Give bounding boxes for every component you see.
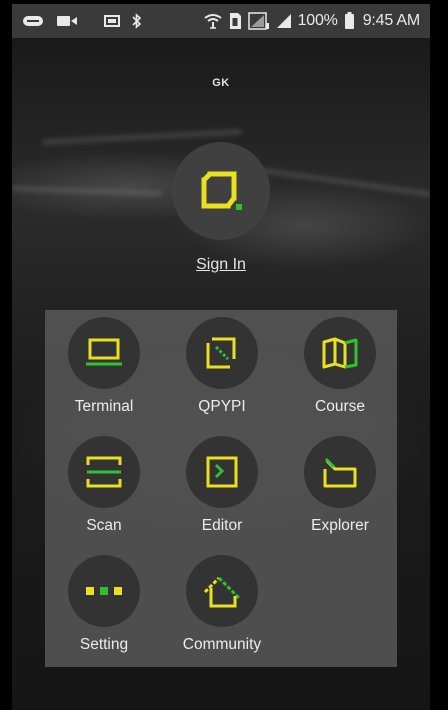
signal-bars-icon [276,13,292,29]
menu-item-qpypi[interactable]: QPYPI [163,310,281,428]
setting-icon [86,587,122,595]
signin-avatar[interactable] [172,142,270,240]
menu-icon-circle [186,317,258,389]
status-bar: 100% 9:45 AM [12,4,430,38]
menu-panel: Terminal QPYPI Course Scan Editor Explor… [45,310,397,667]
menu-icon-circle [68,317,140,389]
header-mark: GK [212,77,230,89]
menu-item-label: Explorer [311,517,369,534]
menu-icon-circle [186,436,258,508]
menu-item-label: Course [315,398,365,415]
terminal-icon [86,338,122,366]
menu-item-scan[interactable]: Scan [45,429,163,547]
course-icon [322,337,358,369]
background-streak [12,185,163,197]
message-icon [22,14,44,28]
menu-icon-circle [304,436,376,508]
background-streak [242,164,430,198]
menu-item-editor[interactable]: Editor [163,429,281,547]
community-icon [203,576,241,608]
signin-link[interactable]: Sign In [196,256,246,274]
menu-item-terminal[interactable]: Terminal [45,310,163,428]
menu-icon-circle [68,555,140,627]
battery-percent: 100% [297,12,338,29]
cast-icon [104,14,120,28]
explorer-icon [323,457,357,488]
menu-item-course[interactable]: Course [281,310,399,428]
status-time: 9:45 AM [362,12,421,29]
app-logo-icon [201,171,242,210]
menu-item-explorer[interactable]: Explorer [281,429,399,547]
app-body: GK Sign In Terminal QPYPI Course Scan Ed… [12,38,430,710]
status-right-area: 100% 9:45 AM [203,12,421,30]
qpypi-icon [206,337,236,369]
status-left-icons [22,13,142,29]
wifi-icon [203,13,222,29]
signal-icon [247,12,270,30]
battery-icon [344,12,355,30]
menu-icon-circle [186,555,258,627]
video-icon [56,14,78,28]
sim-icon [228,12,242,30]
menu-item-community[interactable]: Community [163,548,281,666]
scan-icon [86,456,122,488]
menu-icon-circle [68,436,140,508]
bluetooth-icon [132,13,142,29]
app-screen: 100% 9:45 AM GK Sign In Terminal QPYPI C… [0,0,448,710]
menu-item-label: Community [182,636,262,653]
editor-icon [206,456,238,488]
menu-item-setting[interactable]: Setting [45,548,163,666]
menu-icon-circle [304,317,376,389]
